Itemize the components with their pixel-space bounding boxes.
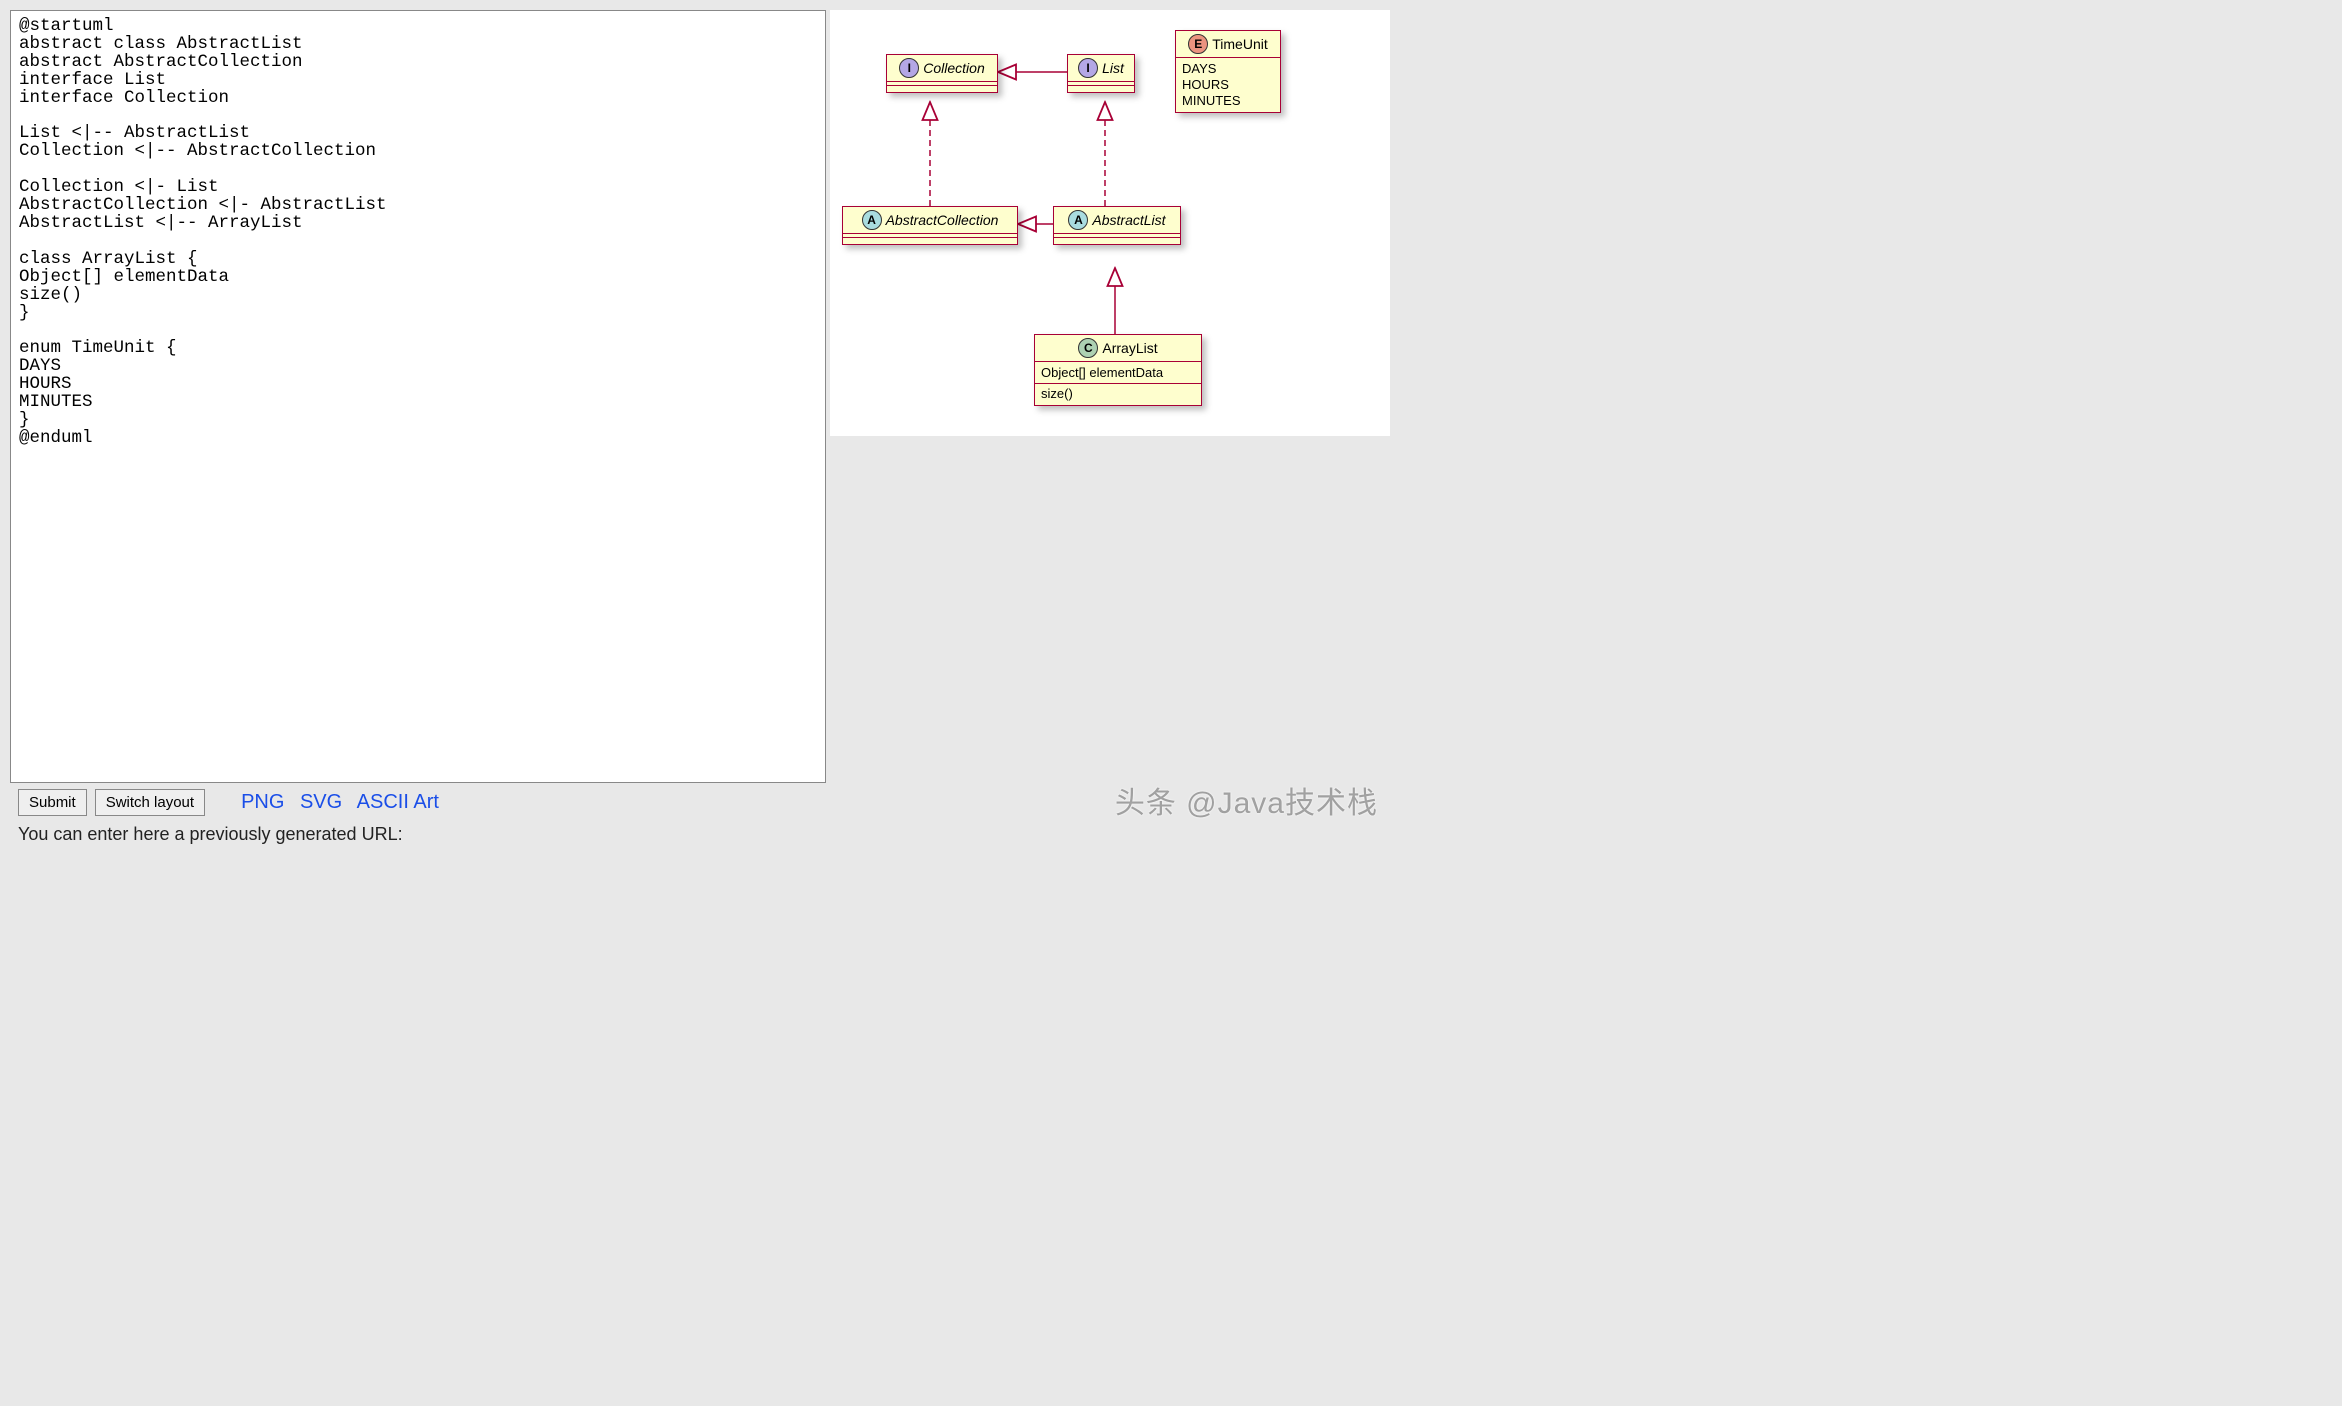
png-link[interactable]: PNG: [241, 791, 284, 813]
enum-badge-icon: E: [1188, 34, 1208, 54]
controls-bar: Submit Switch layout PNG SVG ASCII Art: [0, 783, 1400, 820]
enum-item: MINUTES: [1182, 93, 1274, 109]
class-name: AbstractCollection: [886, 212, 999, 228]
abstract-badge-icon: A: [862, 210, 882, 230]
class-name: AbstractList: [1092, 212, 1165, 228]
uml-class-arraylist: C ArrayList Object[] elementData size(): [1034, 334, 1202, 406]
uml-diagram-panel: I Collection I List E TimeUnit DAYS HOUR…: [830, 10, 1390, 436]
code-editor[interactable]: @startuml abstract class AbstractList ab…: [10, 10, 826, 783]
abstract-badge-icon: A: [1068, 210, 1088, 230]
enum-item: DAYS: [1182, 61, 1274, 77]
class-name: Collection: [923, 60, 984, 76]
class-name: List: [1102, 60, 1124, 76]
hint-text: You can enter here a previously generate…: [0, 820, 1400, 849]
uml-class-timeunit: E TimeUnit DAYS HOURS MINUTES: [1175, 30, 1281, 113]
switch-layout-button[interactable]: Switch layout: [95, 789, 205, 816]
class-field: Object[] elementData: [1041, 365, 1195, 381]
ascii-art-link[interactable]: ASCII Art: [357, 791, 439, 813]
svg-link[interactable]: SVG: [300, 791, 342, 813]
uml-class-list: I List: [1067, 54, 1135, 93]
class-method: size(): [1041, 386, 1195, 402]
uml-class-abstractcollection: A AbstractCollection: [842, 206, 1018, 245]
uml-class-collection: I Collection: [886, 54, 998, 93]
class-name: ArrayList: [1102, 340, 1157, 356]
enum-item: HOURS: [1182, 77, 1274, 93]
submit-button[interactable]: Submit: [18, 789, 87, 816]
class-badge-icon: C: [1078, 338, 1098, 358]
class-name: TimeUnit: [1212, 36, 1268, 52]
uml-class-abstractlist: A AbstractList: [1053, 206, 1181, 245]
interface-badge-icon: I: [1078, 58, 1098, 78]
interface-badge-icon: I: [899, 58, 919, 78]
